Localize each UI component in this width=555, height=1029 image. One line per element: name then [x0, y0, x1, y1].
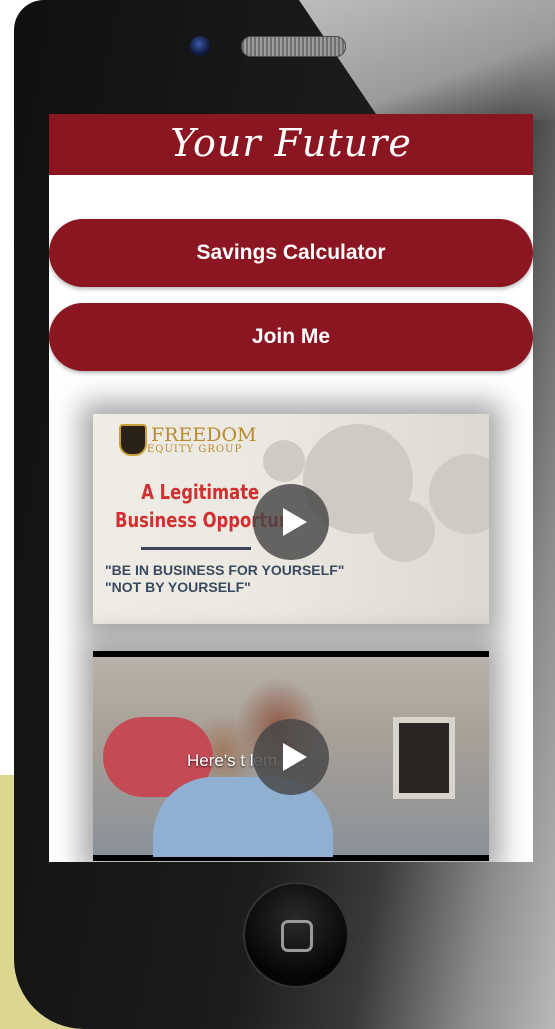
join-me-button[interactable]: Join Me	[49, 303, 533, 371]
company-logo: FREEDOM EQUITY GROUP	[119, 424, 257, 456]
video-player-problem[interactable]: Here's t lem . . .	[93, 651, 489, 861]
gear-icon	[429, 454, 489, 534]
video-player-opportunity[interactable]: FREEDOM EQUITY GROUP A Legitimate Busine…	[93, 414, 489, 624]
play-icon[interactable]	[253, 719, 329, 795]
shield-icon	[119, 424, 147, 456]
phone-glare	[299, 0, 555, 120]
home-square-icon	[281, 920, 313, 952]
speaker-grille	[241, 36, 346, 57]
phone-screen: Your Future Savings Calculator Join Me F…	[49, 114, 533, 862]
video-quote-line1: "BE IN BUSINESS FOR YOURSELF"	[105, 562, 345, 578]
divider	[141, 547, 251, 550]
logo-line2: EQUITY GROUP	[147, 443, 243, 455]
join-me-label: Join Me	[251, 325, 331, 348]
savings-calculator-button[interactable]: Savings Calculator	[49, 219, 533, 287]
home-button[interactable]	[243, 882, 349, 988]
page-title: Your Future	[170, 121, 412, 165]
play-icon[interactable]	[253, 484, 329, 560]
video-quote-line2: "NOT BY YOURSELF"	[105, 579, 251, 595]
savings-calculator-label: Savings Calculator	[196, 241, 386, 264]
logo-line1: FREEDOM	[151, 423, 257, 446]
header-bar: Your Future	[49, 114, 533, 175]
camera-icon	[190, 36, 210, 56]
gear-icon	[263, 440, 305, 482]
video-quote: "BE IN BUSINESS FOR YOURSELF" "NOT BY YO…	[105, 562, 344, 596]
gear-icon	[373, 500, 435, 562]
fireplace-image	[393, 717, 455, 799]
